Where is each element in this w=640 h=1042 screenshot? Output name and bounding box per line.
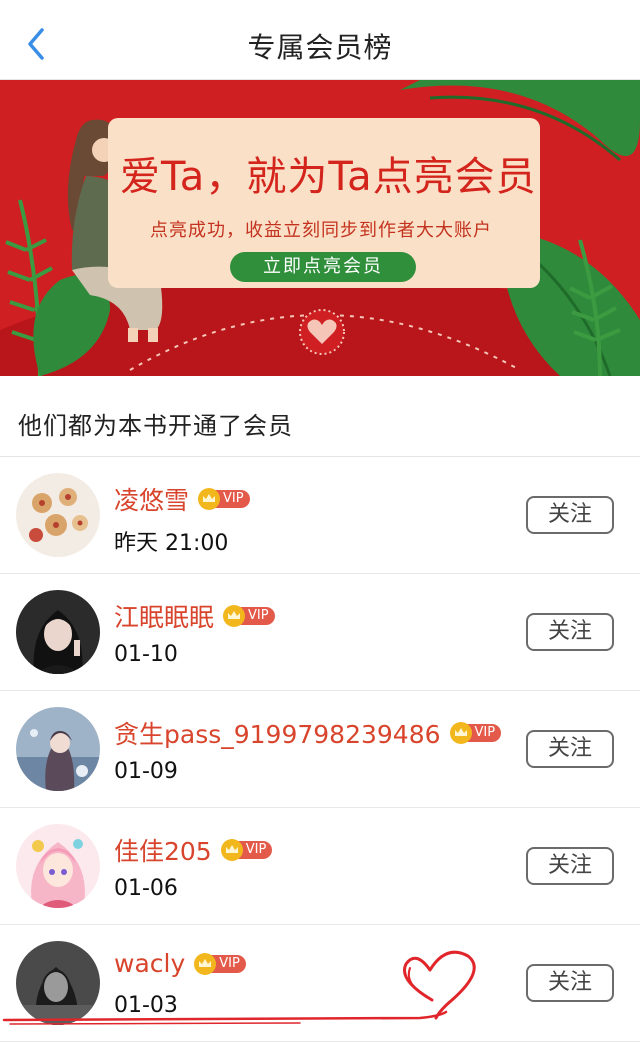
member-date: 01-09 <box>114 759 178 784</box>
member-name[interactable]: 凌悠雪 <box>114 481 189 517</box>
cookies-avatar-image <box>16 473 100 557</box>
member-row[interactable]: 江眠眠眠 VIP 01-10 关注 <box>0 574 640 691</box>
avatar[interactable] <box>16 941 100 1025</box>
section-title: 他们都为本书开通了会员 <box>18 412 293 440</box>
follow-button[interactable]: 关注 <box>526 730 614 768</box>
avatar[interactable] <box>16 473 100 557</box>
member-row[interactable]: 佳佳205 VIP 01-06 关注 <box>0 808 640 925</box>
member-date: 昨天 21:00 <box>114 531 229 556</box>
member-date: 01-10 <box>114 642 178 667</box>
member-row[interactable]: 凌悠雪 VIP 昨天 21:00 关注 <box>0 457 640 574</box>
avatar[interactable] <box>16 824 100 908</box>
member-name[interactable]: 贪生pass_9199798239486 <box>114 715 441 751</box>
member-name[interactable]: wacly <box>114 949 185 978</box>
vip-badge: VIP <box>222 605 275 627</box>
member-name-line: 佳佳205 VIP <box>114 832 273 868</box>
banner-subtitle: 点亮成功，收益立刻同步到作者大大账户 <box>150 220 492 241</box>
member-date: 01-06 <box>114 876 178 901</box>
crown-icon <box>194 952 217 975</box>
top-navigation-bar: 专属会员榜 <box>0 0 640 80</box>
crown-icon <box>223 605 246 627</box>
anime-girl-avatar-image <box>16 824 100 908</box>
banner-title: 爱Ta，就为Ta点亮会员 <box>120 154 537 200</box>
avatar[interactable] <box>16 590 100 674</box>
member-name-line: 贪生pass_9199798239486 VIP <box>114 715 502 751</box>
follow-button[interactable]: 关注 <box>526 847 614 885</box>
crown-icon <box>449 722 472 744</box>
illustrated-girl-avatar-image <box>16 707 100 791</box>
member-row[interactable]: 贪生pass_9199798239486 VIP 01-09 关注 <box>0 691 640 808</box>
page-title: 专属会员榜 <box>247 31 393 64</box>
member-date: 01-03 <box>114 993 178 1018</box>
follow-button[interactable]: 关注 <box>526 496 614 534</box>
follow-button[interactable]: 关注 <box>526 964 614 1002</box>
portrait-avatar-image <box>16 590 100 674</box>
member-name[interactable]: 江眠眠眠 <box>114 598 214 634</box>
vip-badge: VIP <box>197 488 250 510</box>
member-name-line: 凌悠雪 VIP <box>114 481 250 517</box>
vip-badge: VIP <box>220 839 273 861</box>
dark-portrait-avatar-image <box>16 941 100 1025</box>
member-name-line: 江眠眠眠 VIP <box>114 598 275 634</box>
vip-badge: VIP <box>193 952 246 975</box>
member-name-line: wacly VIP <box>114 949 246 978</box>
member-list: 凌悠雪 VIP 昨天 21:00 关注 江眠眠眠 VIP 01-10 关注 贪生… <box>0 457 640 1042</box>
light-up-vip-button[interactable]: 立即点亮会员 <box>230 252 416 282</box>
follow-button[interactable]: 关注 <box>526 613 614 651</box>
member-row[interactable]: wacly VIP 01-03 关注 <box>0 925 640 1042</box>
crown-icon <box>198 488 221 510</box>
vip-promo-banner[interactable]: 爱Ta，就为Ta点亮会员 点亮成功，收益立刻同步到作者大大账户 立即点亮会员 <box>0 80 640 376</box>
vip-badge: VIP <box>449 722 502 744</box>
avatar[interactable] <box>16 707 100 791</box>
member-name[interactable]: 佳佳205 <box>114 832 212 868</box>
crown-icon <box>220 839 243 861</box>
